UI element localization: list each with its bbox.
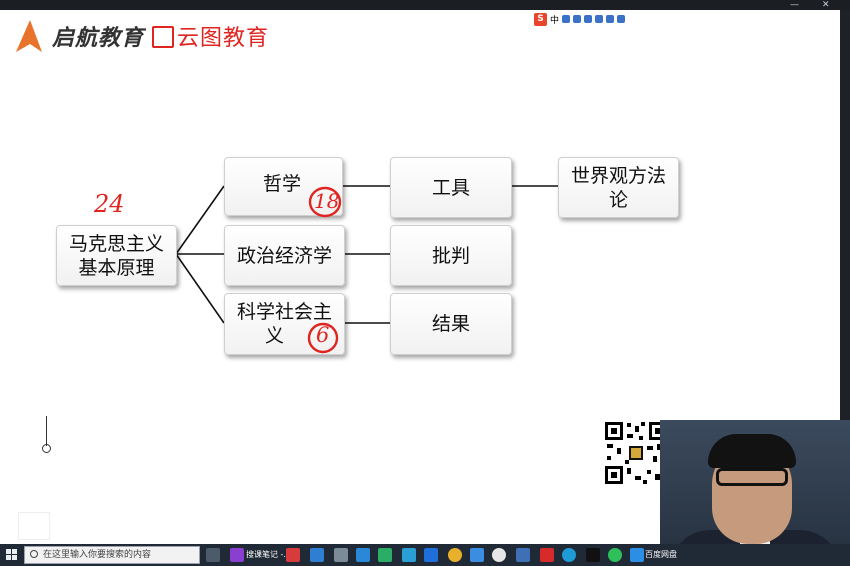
tool-node-political-economy[interactable]: 批判 bbox=[390, 225, 512, 286]
wps-icon[interactable] bbox=[540, 548, 554, 562]
qq-icon[interactable] bbox=[586, 548, 600, 562]
app-red-icon[interactable] bbox=[286, 548, 300, 562]
tool-label-socialism: 结果 bbox=[431, 313, 470, 335]
tool-label-political-economy: 批判 bbox=[431, 244, 470, 267]
root-node[interactable]: 马克思主义 基本原理 bbox=[56, 225, 177, 286]
branch-label-socialism-line1: 科学社会主 bbox=[236, 301, 332, 323]
branch-label-political-economy: 政治经济学 bbox=[236, 244, 332, 267]
handwritten-note-socialism: 6 bbox=[316, 323, 330, 347]
branch-node-political-economy[interactable]: 政治经济学 bbox=[224, 225, 345, 286]
presenter-hair bbox=[708, 434, 796, 468]
blank-frame bbox=[18, 512, 50, 540]
windows-start-icon[interactable] bbox=[6, 549, 18, 561]
settings-icon[interactable] bbox=[334, 548, 348, 562]
windows-taskbar: 在这里输入你要搜索的内容 搜课笔记 -... 百度网盘 bbox=[0, 544, 850, 566]
presenter-glasses bbox=[716, 468, 788, 486]
root-node-line1: 马克思主义 bbox=[68, 232, 164, 255]
edge-icon[interactable] bbox=[562, 548, 576, 562]
branch-label-philosophy: 哲学 bbox=[263, 173, 302, 195]
chrome-icon[interactable] bbox=[448, 548, 462, 562]
worldview-line1: 世界观方法 bbox=[570, 164, 666, 187]
image-app-icon[interactable] bbox=[516, 548, 530, 562]
box-app-icon[interactable] bbox=[470, 548, 484, 562]
worldview-node[interactable]: 世界观方法 论 bbox=[558, 157, 679, 218]
tool-label-philosophy: 工具 bbox=[431, 176, 470, 199]
calendar-icon[interactable] bbox=[310, 548, 324, 562]
tool-node-socialism[interactable]: 结果 bbox=[390, 293, 512, 355]
cursor-anchor-icon bbox=[42, 444, 51, 453]
mail-icon[interactable] bbox=[356, 548, 370, 562]
task-view-icon[interactable] bbox=[206, 548, 220, 562]
worldview-line2: 论 bbox=[608, 188, 628, 211]
taskbar-search-placeholder: 在这里输入你要搜索的内容 bbox=[43, 550, 152, 560]
onenote-icon[interactable] bbox=[230, 548, 244, 562]
app-blue-icon[interactable] bbox=[424, 548, 438, 562]
telegram-icon[interactable] bbox=[402, 548, 416, 562]
taskbar-search-input[interactable]: 在这里输入你要搜索的内容 bbox=[24, 546, 200, 564]
cloud-app-label[interactable]: 百度网盘 bbox=[645, 548, 677, 562]
baidu-cloud-icon[interactable] bbox=[630, 548, 644, 562]
search-icon bbox=[30, 550, 38, 558]
root-node-line2: 基本原理 bbox=[78, 256, 155, 279]
branch-label-socialism-line2: 义 bbox=[264, 325, 284, 347]
app-white-icon[interactable] bbox=[492, 548, 506, 562]
wechat-icon[interactable] bbox=[378, 548, 392, 562]
tool-node-philosophy[interactable]: 工具 bbox=[390, 157, 512, 218]
notes-app-label[interactable]: 搜课笔记 -... bbox=[246, 548, 291, 562]
handwritten-note-root: 24 bbox=[94, 190, 125, 218]
app-green-icon[interactable] bbox=[608, 548, 622, 562]
handwritten-note-philosophy: 18 bbox=[314, 189, 340, 213]
text-cursor bbox=[46, 416, 47, 446]
